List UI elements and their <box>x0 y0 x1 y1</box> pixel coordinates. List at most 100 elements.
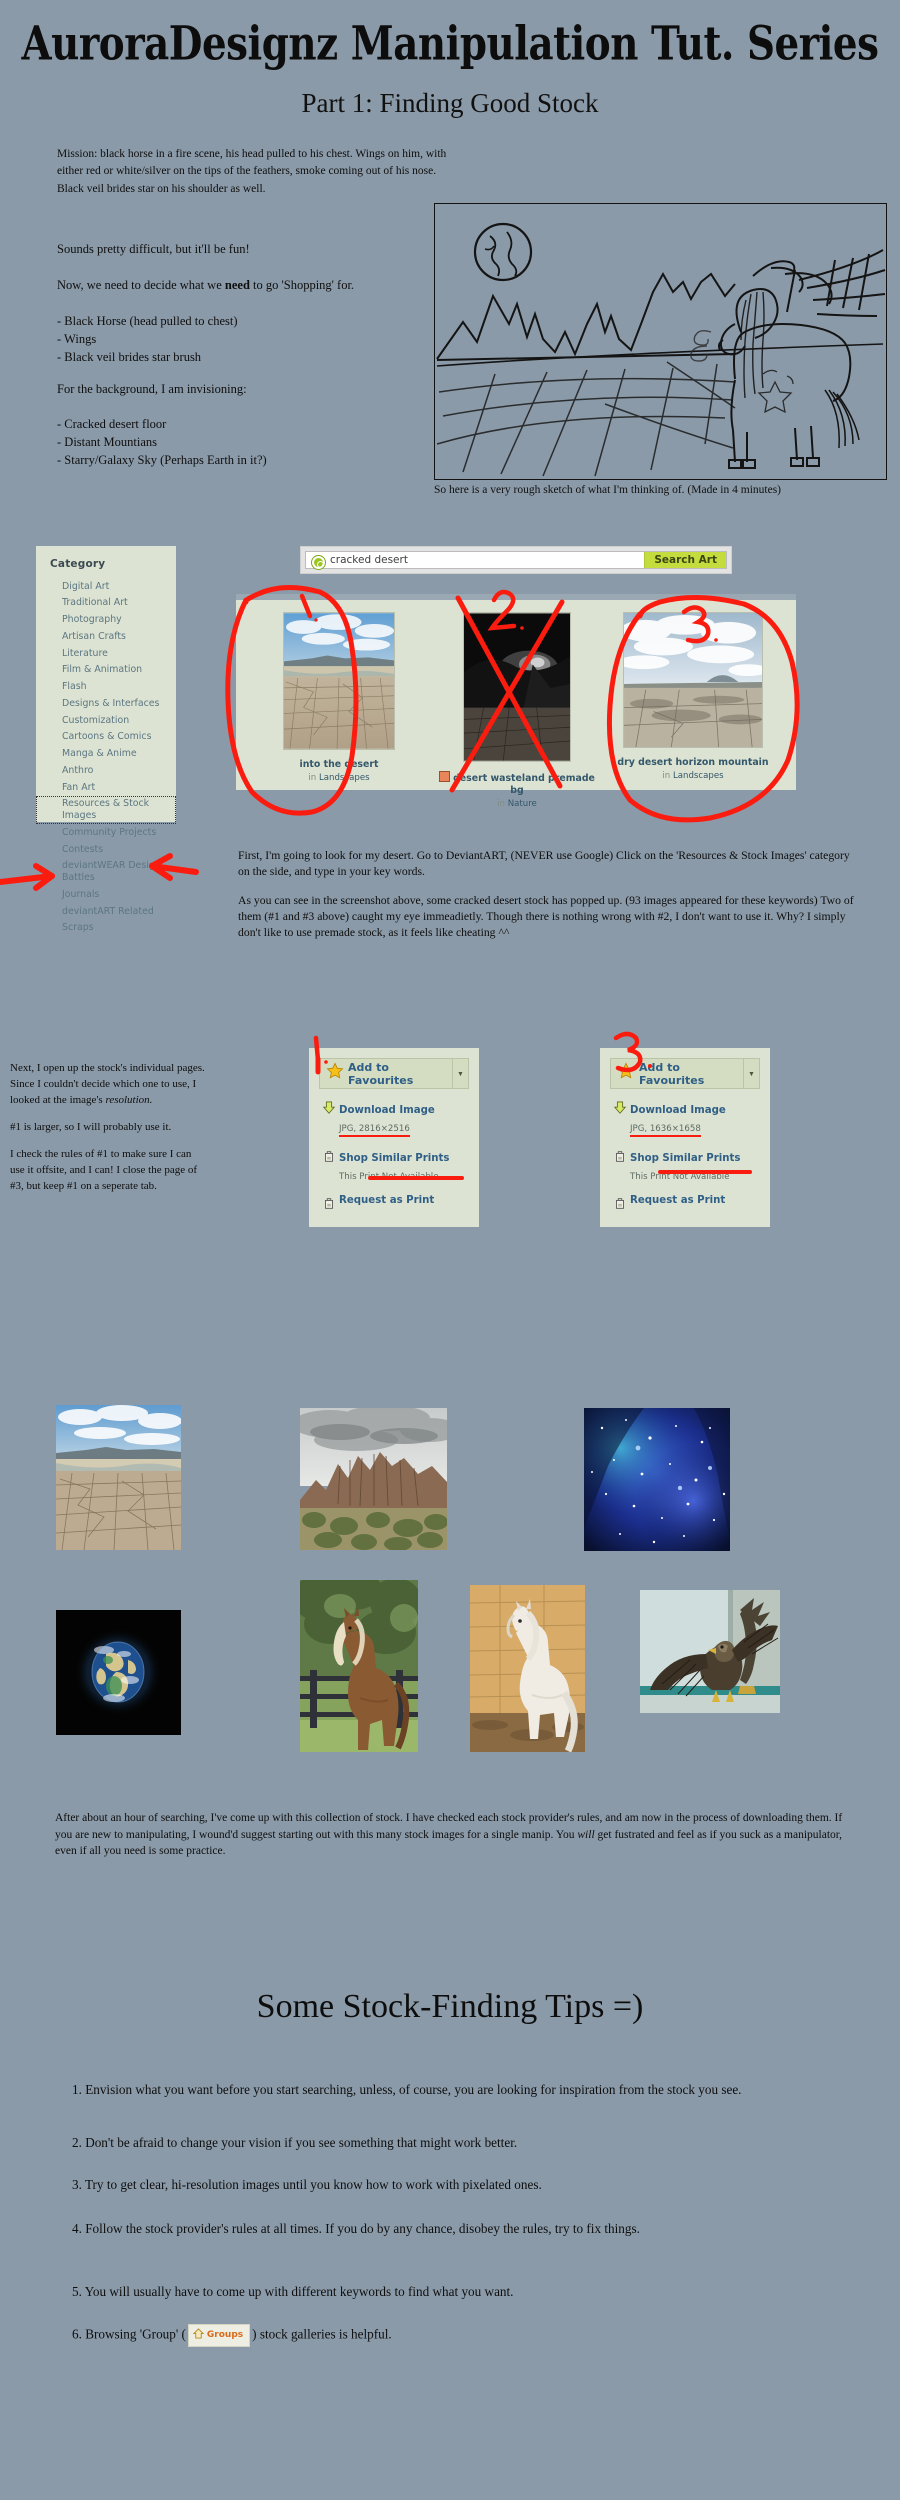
background-list: - Cracked desert floor - Distant Mountia… <box>57 416 417 469</box>
tip-3: 3. Try to get clear, hi-resolution image… <box>72 2177 542 2192</box>
sidebar-item-anthro[interactable]: Anthro <box>36 762 176 779</box>
sidebar-item-film-animation[interactable]: Film & Animation <box>36 662 176 679</box>
in-label: in <box>497 798 505 809</box>
sidebar-item-fan-art[interactable]: Fan Art <box>36 779 176 796</box>
add-to-favourites-label: Add to Favourites <box>348 1060 414 1087</box>
list-item: - Distant Mountians <box>57 434 157 449</box>
shop-similar-prints-label: Shop Similar Prints <box>339 1153 450 1164</box>
thumbnail-into-the-desert <box>283 612 395 750</box>
shopping-intro-emphasis: need <box>224 278 250 292</box>
tip-4: 4. Follow the stock provider's rules at … <box>72 2221 640 2236</box>
category-sidebar: Category Digital Art Traditional Art Pho… <box>36 546 176 933</box>
groups-badge[interactable]: Groups <box>187 2324 251 2347</box>
download-arrow-icon <box>319 1100 339 1120</box>
sidebar-item-manga-anime[interactable]: Manga & Anime <box>36 746 176 763</box>
shop-similar-prints-row-2[interactable]: Shop Similar Prints This Print Not Avail… <box>610 1148 760 1184</box>
list-item: - Starry/Galaxy Sky (Perhaps Earth in it… <box>57 452 267 467</box>
sidebar-heading: Category <box>50 558 106 570</box>
result-category: in Landscapes <box>608 771 778 781</box>
download-image-row-2[interactable]: Download Image JPG, 1636×1658 <box>610 1100 760 1137</box>
list-item: - Wings <box>57 331 97 346</box>
download-image-text: Download Image JPG, 2816×2516 <box>339 1100 435 1137</box>
paragraph-rules-check: I check the rules of #1 to make sure I c… <box>10 1148 198 1193</box>
chevron-down-icon[interactable]: ▼ <box>742 1058 759 1089</box>
tip-6: 6. Browsing 'Group' ( Groups ) stock galle… <box>72 2324 832 2347</box>
request-as-print-row-1[interactable]: Request as Print <box>319 1195 469 1215</box>
add-to-favourites-button-1[interactable]: Add to Favourites ▼ <box>319 1058 469 1089</box>
groups-badge-label: Groups <box>206 2329 244 2340</box>
gallery-image-brown-horse-fence <box>300 1580 418 1752</box>
fun-line: Sounds pretty difficult, but it'll be fu… <box>57 242 250 256</box>
sidebar-item-photography[interactable]: Photography <box>36 612 176 629</box>
request-as-print-row-2[interactable]: Request as Print <box>610 1195 760 1215</box>
concept-sketch-image <box>434 203 887 480</box>
search-bar: Search Art <box>300 546 732 574</box>
category-name: Nature <box>507 798 537 809</box>
result-item-3[interactable]: dry desert horizon mountain in Landscape… <box>608 612 778 781</box>
paragraph-open-pages: Next, I open up the stock's individual p… <box>10 1060 205 1108</box>
gallery-image-white-horse-stable <box>470 1585 585 1752</box>
paragraph-resolution-block: Next, I open up the stock's individual p… <box>10 1060 205 1205</box>
result-title: into the desert <box>299 759 379 770</box>
tutorial-page: AuroraDesignz Manipulation Tut. Series P… <box>0 0 900 2500</box>
result-category: in Landscapes <box>254 773 424 783</box>
house-icon <box>192 2326 205 2345</box>
para-next-italic: resolution. <box>105 1094 153 1107</box>
sidebar-item-cartoons-comics[interactable]: Cartoons & Comics <box>36 729 176 746</box>
sidebar-item-scraps[interactable]: Scraps <box>36 920 176 937</box>
sidebar-item-contests[interactable]: Contests <box>36 841 176 858</box>
sidebar-item-deviantart-related[interactable]: deviantART Related <box>36 903 176 920</box>
star-icon <box>617 1062 635 1085</box>
thumbnail-desert-wasteland-premade <box>463 612 571 762</box>
search-art-button[interactable]: Search Art <box>644 552 726 568</box>
sidebar-item-journals[interactable]: Journals <box>36 886 176 903</box>
result-item-1[interactable]: into the desert in Landscapes <box>254 612 424 783</box>
tip-2: 2. Don't be afraid to change your vision… <box>72 2135 518 2150</box>
in-label: in <box>662 770 671 781</box>
print-bag-icon <box>610 1195 630 1215</box>
sidebar-item-deviantwear-design-battles[interactable]: deviantWEAR Design Battles <box>36 858 176 887</box>
search-input[interactable] <box>306 552 645 568</box>
gallery-image-blue-galaxy-nebula <box>584 1408 730 1551</box>
page-subtitle: Part 1: Finding Good Stock <box>301 88 599 118</box>
print-bag-icon <box>319 1148 339 1168</box>
sidebar-item-flash[interactable]: Flash <box>36 679 176 696</box>
list-item: - Cracked desert floor <box>57 417 167 431</box>
favourites-panel-1: Add to Favourites ▼ Download Image JPG, … <box>309 1048 479 1227</box>
shop-similar-prints-label: Shop Similar Prints <box>630 1153 741 1164</box>
sketch-caption: So here is a very rough sketch of what I… <box>434 484 781 496</box>
chevron-down-icon[interactable]: ▼ <box>451 1058 468 1089</box>
star-icon <box>326 1062 344 1085</box>
paragraph-first-search: First, I'm going to look for my desert. … <box>238 849 850 879</box>
sidebar-item-traditional-art[interactable]: Traditional Art <box>36 595 176 612</box>
tip-6-suffix: ) stock galleries is helpful. <box>252 2326 392 2342</box>
add-to-favourites-button-2[interactable]: Add to Favourites ▼ <box>610 1058 760 1089</box>
download-image-meta: JPG, 2816×2516 <box>339 1124 410 1137</box>
download-image-label: Download Image <box>630 1105 726 1116</box>
shop-similar-prints-row-1[interactable]: Shop Similar Prints This Print Not Avail… <box>319 1148 469 1184</box>
sidebar-item-customization[interactable]: Customization <box>36 712 176 729</box>
sidebar-item-digital-art[interactable]: Digital Art <box>36 578 176 595</box>
result-title: desert wasteland premade bg <box>432 771 602 797</box>
tip-5: 5. You will usually have to come up with… <box>72 2284 514 2299</box>
sidebar-item-artisan-crafts[interactable]: Artisan Crafts <box>36 628 176 645</box>
tips-title: Some Stock-Finding Tips =) <box>256 1988 644 2025</box>
shopping-intro-part-b: to go 'Shopping' for. <box>249 278 355 292</box>
tip-6-prefix: 6. Browsing 'Group' ( <box>72 2326 186 2342</box>
result-title: dry desert horizon mountain <box>617 757 769 768</box>
favourites-panel-2: Add to Favourites ▼ Download Image JPG, … <box>600 1048 770 1227</box>
page-title: AuroraDesignz Manipulation Tut. Series <box>21 16 879 72</box>
shop-prints-text: Shop Similar Prints This Print Not Avail… <box>339 1148 449 1184</box>
download-image-row-1[interactable]: Download Image JPG, 2816×2516 <box>319 1100 469 1137</box>
paragraph-screenshot-explanation: As you can see in the screenshot above, … <box>238 894 854 940</box>
thumbnail-dry-desert-horizon <box>623 612 763 748</box>
sidebar-item-resources-stock-images[interactable]: Resources & Stock Images <box>36 795 176 825</box>
sidebar-item-literature[interactable]: Literature <box>36 645 176 662</box>
paragraph-closing: After about an hour of searching, I've c… <box>55 1812 843 1858</box>
sidebar-item-community-projects[interactable]: Community Projects <box>36 824 176 841</box>
result-item-2[interactable]: desert wasteland premade bg in Nature <box>432 612 602 809</box>
sidebar-item-designs-interfaces[interactable]: Designs & Interfaces <box>36 695 176 712</box>
search-icon <box>312 556 325 569</box>
shopping-intro-part-a: Now, we need to decide what we <box>57 278 225 292</box>
shop-similar-prints-meta: This Print Not Available <box>630 1172 730 1182</box>
